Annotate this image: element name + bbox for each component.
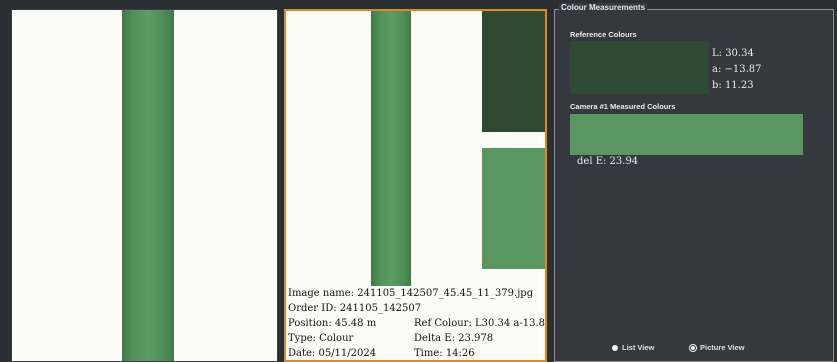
position-text: Position: 45.48 m	[288, 318, 377, 329]
camera-image-annotated[interactable]: Image name: 241105_142507_45.45_11_379.j…	[284, 9, 547, 362]
green-stripe	[371, 11, 411, 286]
date-text: Date: 05/11/2024	[288, 348, 377, 359]
time-text: Time: 14:26	[414, 348, 475, 359]
reference-colours-label: Reference Colours	[570, 30, 637, 39]
order-id-text: Order ID: 241105_142507	[288, 303, 422, 314]
reference-colour-box	[570, 41, 709, 94]
lab-a-value: a: −13.87	[712, 64, 762, 75]
type-text: Type: Colour	[288, 333, 354, 344]
picture-view-radio[interactable]: Picture View	[690, 343, 744, 352]
measured-colour-box	[570, 114, 803, 155]
radio-icon	[612, 344, 618, 351]
colour-measurements-panel: Colour Measurements Reference Colours L:…	[554, 3, 834, 362]
image-info-overlay: Image name: 241105_142507_45.45_11_379.j…	[288, 286, 545, 360]
lab-b-value: b: 11.23	[712, 80, 754, 91]
reference-colour-swatch	[482, 11, 545, 132]
panel-title: Colour Measurements	[559, 3, 648, 12]
delta-e-text: Delta E: 23.978	[414, 333, 494, 344]
ref-colour-text: Ref Colour: L30.34 a-13.87	[414, 318, 547, 329]
delta-e-value: del E: 23.94	[577, 156, 639, 167]
camera-image-left	[11, 9, 278, 362]
camera-measured-label: Camera #1 Measured Colours	[570, 102, 676, 111]
green-stripe	[122, 10, 174, 361]
picture-view-label: Picture View	[700, 343, 745, 352]
radio-selected-icon	[690, 344, 696, 351]
image-name-text: Image name: 241105_142507_45.45_11_379.j…	[288, 288, 534, 299]
list-view-label: List View	[622, 343, 655, 352]
measured-colour-swatch	[482, 148, 545, 269]
lab-l-value: L: 30.34	[712, 48, 754, 59]
list-view-radio[interactable]: List View	[612, 343, 654, 352]
